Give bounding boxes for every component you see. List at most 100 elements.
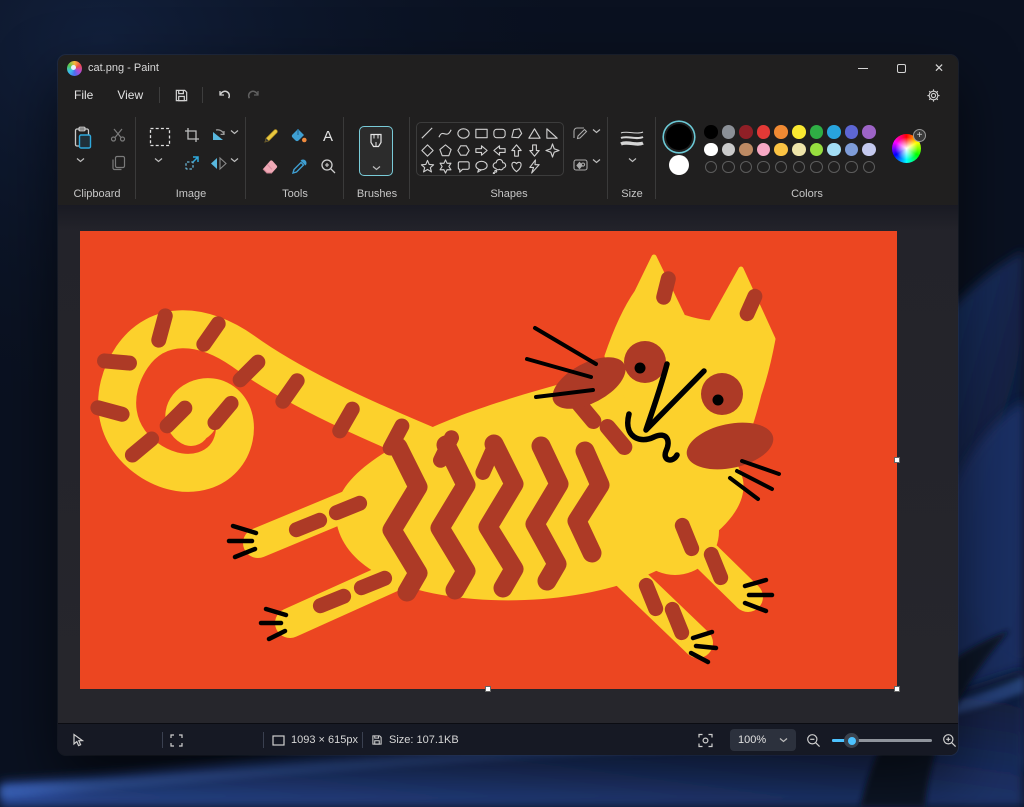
shape-arrow-down[interactable] <box>527 142 543 158</box>
crop-button[interactable] <box>182 125 202 145</box>
resize-handle-right[interactable] <box>894 457 900 463</box>
palette-swatch[interactable] <box>810 143 824 157</box>
shape-star-five[interactable] <box>420 159 436 175</box>
palette-swatch[interactable] <box>739 143 753 157</box>
menu-file[interactable]: File <box>64 84 103 106</box>
zoom-dropdown[interactable]: 100% <box>730 729 796 751</box>
shape-polygon[interactable] <box>509 125 525 141</box>
color1-swatch[interactable] <box>666 124 692 150</box>
resize-handle-corner[interactable] <box>894 686 900 692</box>
palette-swatch[interactable] <box>757 143 771 157</box>
shape-arrow-left[interactable] <box>491 142 507 158</box>
magnifier-tool[interactable] <box>317 155 339 177</box>
shape-heart[interactable] <box>509 159 525 175</box>
palette-swatch[interactable] <box>792 125 806 139</box>
settings-button[interactable] <box>920 84 946 106</box>
minimize-button[interactable] <box>844 55 882 81</box>
maximize-button[interactable] <box>882 55 920 81</box>
pencil-tool[interactable] <box>259 125 281 147</box>
shape-curve[interactable] <box>438 125 454 141</box>
color-picker-tool[interactable] <box>288 155 310 177</box>
color2-swatch[interactable] <box>669 155 689 175</box>
paste-button[interactable] <box>70 123 96 153</box>
shape-fill-button[interactable] <box>570 154 590 174</box>
shape-fill-dropdown[interactable] <box>592 158 601 164</box>
shape-pentagon[interactable] <box>438 142 454 158</box>
shape-triangle[interactable] <box>527 125 543 141</box>
shape-thought-bubble[interactable] <box>491 159 507 175</box>
resize-handle-bottom[interactable] <box>485 686 491 692</box>
fill-tool[interactable] <box>288 125 310 147</box>
palette-swatch[interactable] <box>810 125 824 139</box>
zoom-in-button[interactable] <box>942 724 957 755</box>
save-button[interactable] <box>168 84 194 106</box>
custom-color-slot[interactable] <box>757 161 770 174</box>
shape-outline-button[interactable] <box>570 124 590 144</box>
flip-dropdown[interactable] <box>230 157 239 163</box>
palette-swatch[interactable] <box>862 143 876 157</box>
shape-star-six[interactable] <box>438 159 454 175</box>
shape-hexagon[interactable] <box>455 142 471 158</box>
title-bar[interactable]: cat.png - Paint ✕ <box>58 55 958 81</box>
custom-color-slot[interactable] <box>705 161 718 174</box>
shape-rectangle[interactable] <box>473 125 489 141</box>
custom-color-slot[interactable] <box>863 161 876 174</box>
custom-color-slot[interactable] <box>845 161 858 174</box>
palette-swatch[interactable] <box>827 125 841 139</box>
palette-swatch[interactable] <box>722 143 736 157</box>
rotate-button[interactable] <box>208 125 228 145</box>
palette-swatch[interactable] <box>827 143 841 157</box>
shape-arrow-right[interactable] <box>473 142 489 158</box>
fit-to-screen-button[interactable] <box>698 724 713 755</box>
resize-button[interactable] <box>182 153 202 173</box>
undo-button[interactable] <box>211 84 237 106</box>
palette-swatch[interactable] <box>774 125 788 139</box>
custom-color-slot[interactable] <box>722 161 735 174</box>
copy-button[interactable] <box>108 153 128 173</box>
brushes-button[interactable] <box>359 126 393 176</box>
drawing-canvas[interactable] <box>80 231 897 689</box>
palette-swatch[interactable] <box>722 125 736 139</box>
text-tool[interactable]: A <box>317 125 339 147</box>
palette-swatch[interactable] <box>845 143 859 157</box>
size-button[interactable] <box>619 127 645 151</box>
cut-button[interactable] <box>108 125 128 145</box>
brushes-dropdown[interactable] <box>372 165 381 171</box>
palette-swatch[interactable] <box>792 143 806 157</box>
palette-swatch[interactable] <box>739 125 753 139</box>
shape-oval[interactable] <box>455 125 471 141</box>
shape-rounded-rectangle[interactable] <box>491 125 507 141</box>
select-dropdown[interactable] <box>154 157 163 163</box>
shape-diamond[interactable] <box>420 142 436 158</box>
close-button[interactable]: ✕ <box>920 55 958 81</box>
shape-arrow-up[interactable] <box>509 142 525 158</box>
shape-right-triangle[interactable] <box>544 125 560 141</box>
palette-swatch[interactable] <box>845 125 859 139</box>
size-dropdown[interactable] <box>628 157 637 163</box>
paste-dropdown[interactable] <box>76 157 85 163</box>
shape-star-four[interactable] <box>544 142 560 158</box>
palette-swatch[interactable] <box>774 143 788 157</box>
custom-color-slot[interactable] <box>810 161 823 174</box>
select-button[interactable] <box>148 125 172 149</box>
palette-swatch[interactable] <box>862 125 876 139</box>
shape-line[interactable] <box>420 125 436 141</box>
zoom-out-button[interactable] <box>806 724 821 755</box>
shape-outline-dropdown[interactable] <box>592 128 601 134</box>
shape-speech-bubble[interactable] <box>455 159 471 175</box>
flip-button[interactable] <box>208 153 228 173</box>
rotate-dropdown[interactable] <box>230 129 239 135</box>
custom-color-slot[interactable] <box>793 161 806 174</box>
palette-swatch[interactable] <box>704 143 718 157</box>
shape-oval-speech-bubble[interactable] <box>473 159 489 175</box>
custom-color-slot[interactable] <box>828 161 841 174</box>
shape-lightning[interactable] <box>527 159 543 175</box>
zoom-slider[interactable] <box>832 739 932 742</box>
custom-color-slot[interactable] <box>775 161 788 174</box>
menu-view[interactable]: View <box>107 84 153 106</box>
zoom-slider-thumb[interactable] <box>844 733 859 748</box>
palette-swatch[interactable] <box>757 125 771 139</box>
custom-color-slot[interactable] <box>740 161 753 174</box>
palette-swatch[interactable] <box>704 125 718 139</box>
eraser-tool[interactable] <box>259 155 281 177</box>
